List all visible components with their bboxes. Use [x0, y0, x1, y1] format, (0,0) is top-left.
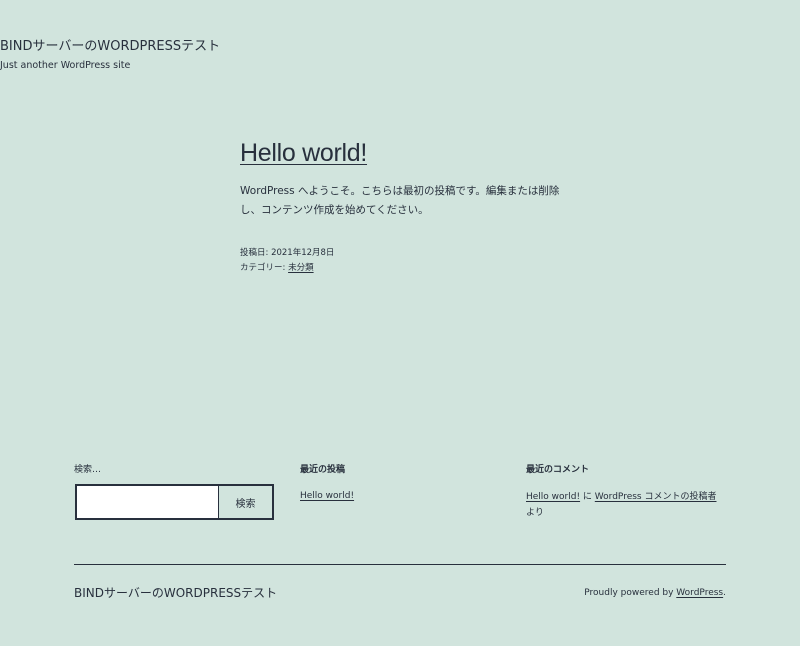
- powered-prefix: Proudly powered by: [584, 588, 677, 598]
- search-input[interactable]: [77, 486, 219, 518]
- comment-author-link[interactable]: WordPress コメントの投稿者: [595, 492, 717, 502]
- recent-posts-heading: 最近の投稿: [300, 465, 346, 475]
- recent-post-link[interactable]: Hello world!: [300, 491, 354, 501]
- powered-by: Proudly powered by WordPress.: [584, 586, 726, 600]
- footer-divider: [74, 564, 726, 565]
- post-title-link[interactable]: Hello world!: [240, 139, 367, 167]
- post-date-row: 投稿日: 2021年12月8日: [240, 246, 334, 261]
- post-category-row: カテゴリー: 未分類: [240, 261, 334, 276]
- post-title: Hello world!: [240, 138, 367, 168]
- powered-suffix: .: [723, 588, 726, 598]
- search-label: 検索…: [74, 465, 102, 475]
- post-content: WordPress へようこそ。こちらは最初の投稿です。編集または削除し、コンテ…: [240, 185, 560, 216]
- recent-post-item: Hello world!: [300, 489, 354, 503]
- category-link[interactable]: 未分類: [288, 263, 314, 273]
- comment-post-link[interactable]: Hello world!: [526, 492, 580, 502]
- post-meta: 投稿日: 2021年12月8日 カテゴリー: 未分類: [240, 246, 334, 276]
- category-label: カテゴリー:: [240, 263, 286, 273]
- comment-suffix: より: [526, 508, 544, 518]
- wordpress-link[interactable]: WordPress: [676, 588, 723, 598]
- site-tagline: Just another WordPress site: [0, 60, 131, 71]
- search-form: 検索: [75, 484, 274, 520]
- recent-comment-item: Hello world! に WordPress コメントの投稿者より: [526, 489, 736, 521]
- search-button[interactable]: 検索: [219, 486, 272, 518]
- site-title[interactable]: BINDサーバーのWORDPRESSテスト: [0, 39, 800, 55]
- footer-site-title[interactable]: BINDサーバーのWORDPRESSテスト: [74, 585, 277, 601]
- posted-date: 2021年12月8日: [271, 248, 335, 258]
- recent-comments-heading: 最近のコメント: [526, 465, 590, 475]
- posted-label: 投稿日:: [240, 248, 269, 258]
- comment-connector: に: [580, 492, 595, 502]
